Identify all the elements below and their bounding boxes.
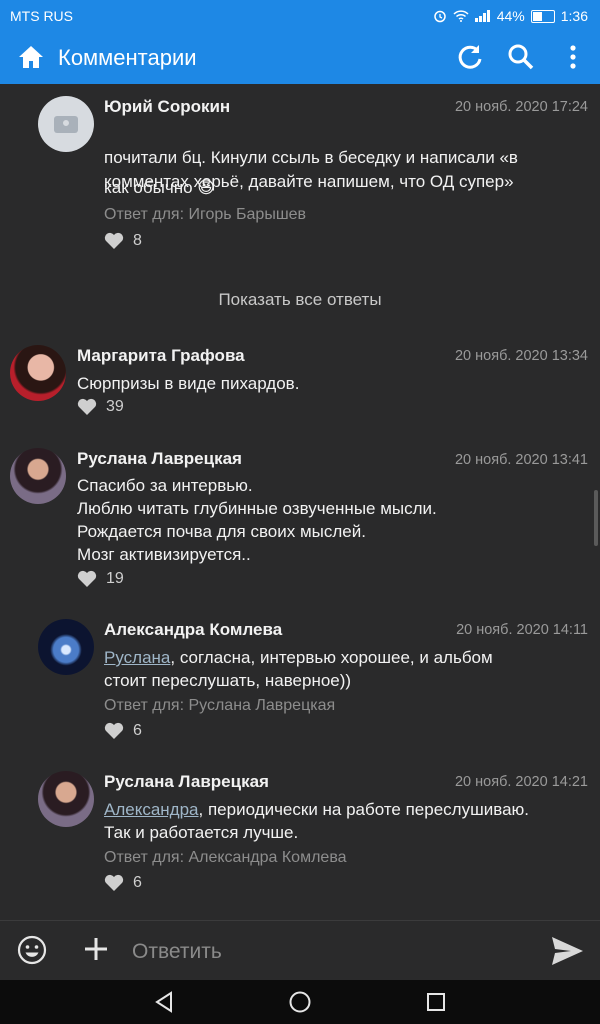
battery-icon: [530, 9, 555, 23]
clock: 1:36: [560, 8, 588, 24]
comment-date: 20 нояб. 2020 14:21: [454, 774, 588, 790]
heart-icon: [104, 722, 124, 739]
avatar[interactable]: [38, 619, 94, 675]
comment-author[interactable]: Руслана Лаврецкая: [77, 449, 242, 469]
back-icon[interactable]: [152, 990, 176, 1014]
status-bar: MTS RUS 44% 1:36: [0, 0, 600, 32]
like-button[interactable]: 6: [104, 722, 142, 740]
comment-text: Спасибо за интервью. Люблю читать глубин…: [77, 476, 437, 564]
comment-author[interactable]: Юрий Сорокин: [104, 97, 230, 117]
avatar[interactable]: [38, 96, 94, 152]
plus-icon[interactable]: [82, 935, 110, 963]
comment-text: Сюрпризы в виде пихардов.: [77, 374, 300, 393]
system-nav-bar: [0, 980, 600, 1024]
heart-icon: [77, 398, 97, 415]
more-vert-icon[interactable]: [558, 42, 588, 72]
recents-icon[interactable]: [424, 990, 448, 1014]
like-button[interactable]: 39: [77, 398, 124, 416]
heart-icon: [104, 232, 124, 249]
reply-to-label[interactable]: Ответ для: Руслана Лаврецкая: [104, 697, 335, 715]
comment-text: Александра, периодически на работе перес…: [104, 800, 529, 842]
carrier-label: MTS RUS: [10, 8, 73, 24]
heart-icon: [77, 570, 97, 587]
show-all-replies-button[interactable]: Показать все ответы: [0, 290, 600, 310]
refresh-icon[interactable]: [455, 42, 485, 72]
scrollbar[interactable]: [594, 490, 598, 546]
comment-date: 20 нояб. 2020 13:34: [454, 348, 588, 364]
home-button-icon[interactable]: [288, 990, 312, 1014]
app-toolbar: Комментарии: [0, 32, 600, 84]
signal-icon: [474, 10, 490, 22]
reply-input[interactable]: [130, 933, 534, 971]
reply-to-label[interactable]: Ответ для: Игорь Барышев: [104, 206, 306, 224]
reply-to-label[interactable]: Ответ для: Александра Комлева: [104, 849, 347, 867]
like-count: 6: [133, 874, 142, 891]
send-icon[interactable]: [549, 933, 585, 969]
comment-date: 20 нояб. 2020 13:41: [454, 452, 588, 468]
like-button[interactable]: 6: [104, 874, 142, 892]
mention-link[interactable]: Руслана: [104, 648, 170, 667]
comment-text: Руслана, согласна, интервью хорошее, и а…: [104, 648, 493, 690]
like-button[interactable]: 8: [104, 232, 142, 250]
comment-list[interactable]: Юрий Сорокин 20 нояб. 2020 17:24 почитал…: [0, 84, 600, 920]
comment-author[interactable]: Александра Комлева: [104, 620, 282, 640]
page-title: Комментарии: [58, 45, 197, 70]
heart-icon: [104, 874, 124, 891]
wifi-icon: [453, 10, 469, 22]
like-count: 8: [133, 232, 142, 249]
mention-link[interactable]: Александра: [104, 800, 199, 819]
like-button[interactable]: 19: [77, 570, 124, 588]
avatar[interactable]: [10, 448, 66, 504]
alarm-icon: [433, 10, 446, 23]
home-icon[interactable]: [16, 42, 46, 72]
comment-text-line: как обычно 😆: [104, 178, 215, 197]
comment-author[interactable]: Руслана Лаврецкая: [104, 772, 269, 792]
comment-date: 20 нояб. 2020 14:11: [456, 622, 588, 638]
reply-composer: [0, 920, 600, 981]
comment-author[interactable]: Маргарита Графова: [77, 346, 245, 366]
like-count: 39: [106, 398, 124, 415]
avatar[interactable]: [10, 345, 66, 401]
battery-percent: 44%: [496, 8, 525, 24]
like-count: 19: [106, 570, 124, 587]
search-icon[interactable]: [506, 42, 536, 72]
emoji-icon[interactable]: [17, 935, 47, 965]
avatar[interactable]: [38, 771, 94, 827]
like-count: 6: [133, 722, 142, 739]
comment-date: 20 нояб. 2020 17:24: [454, 99, 588, 115]
